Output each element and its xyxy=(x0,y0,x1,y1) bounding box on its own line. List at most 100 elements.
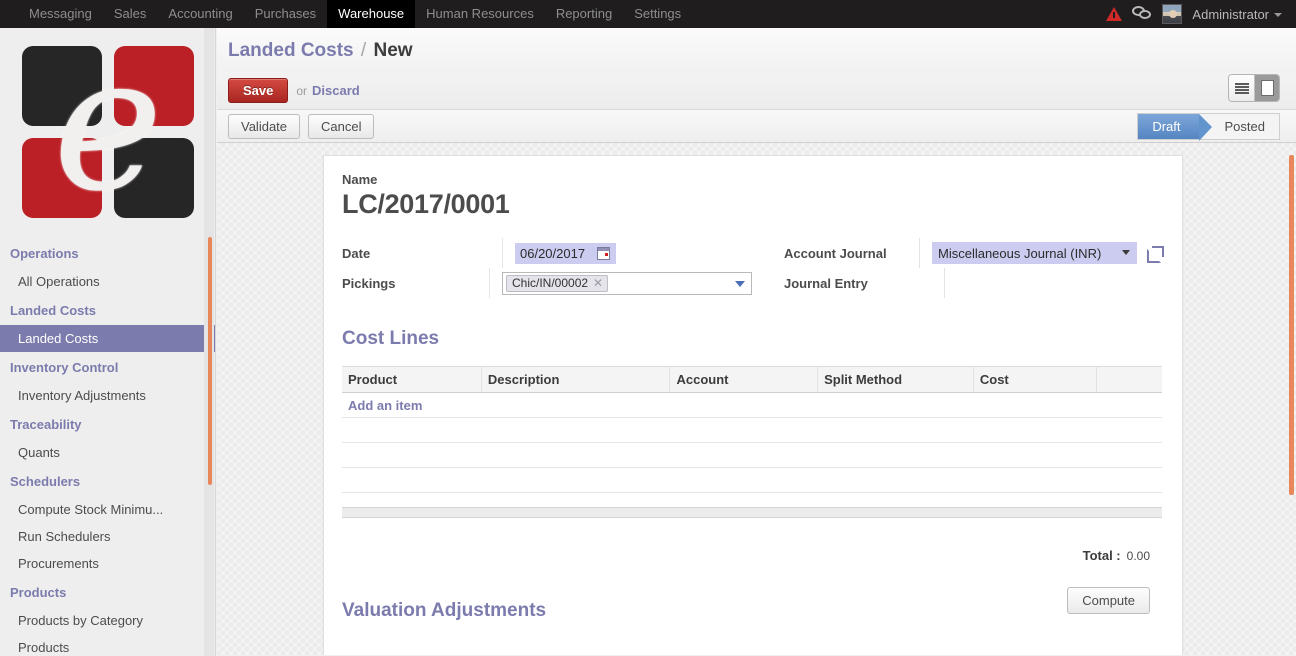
menu-item-reporting[interactable]: Reporting xyxy=(545,0,623,28)
or-label: or xyxy=(296,83,308,98)
form-column-right: Account Journal Miscellaneous Journal (I… xyxy=(752,238,1162,298)
sidebar-item-all-operations[interactable]: All Operations xyxy=(0,268,215,295)
sidebar-item-compute-stock-minimu[interactable]: Compute Stock Minimu... xyxy=(0,496,215,523)
menu-item-purchases[interactable]: Purchases xyxy=(244,0,327,28)
sidebar-item-products[interactable]: Products xyxy=(0,634,215,656)
menu-item-accounting[interactable]: Accounting xyxy=(157,0,243,28)
name-label: Name xyxy=(342,172,378,187)
form-view-glyph xyxy=(1261,81,1273,95)
menu-item-settings[interactable]: Settings xyxy=(623,0,692,28)
sidebar-section-operations: Operations xyxy=(10,246,79,261)
account-journal-selected-value: Miscellaneous Journal (INR) xyxy=(938,245,1102,261)
main-menu: Messaging Sales Accounting Purchases Warehou… xyxy=(0,0,692,28)
status-state-draft[interactable]: Draft xyxy=(1138,114,1212,141)
menu-item-messaging[interactable]: Messaging xyxy=(18,0,103,28)
sidebar-item-products-by-category[interactable]: Products by Category xyxy=(0,607,215,634)
pickings-input[interactable]: Chic/IN/00002 ✕ xyxy=(502,271,752,295)
sidebar-nav: Operations All Operations Landed Costs Land… xyxy=(0,236,215,656)
table-header-row: Product Description Account Split Method Cos… xyxy=(342,366,1162,393)
sidebar-item-run-schedulers[interactable]: Run Schedulers xyxy=(0,523,215,550)
date-field-wrapper[interactable] xyxy=(515,242,616,264)
account-journal-label: Account Journal xyxy=(784,245,887,261)
sidebar: e Operations All Operations Landed Costs La… xyxy=(0,28,216,656)
sidebar-section-landed-costs: Landed Costs xyxy=(10,303,96,318)
sidebar-item-inventory-adjustments[interactable]: Inventory Adjustments xyxy=(0,382,215,409)
logo-container: e xyxy=(0,28,215,236)
compute-button[interactable]: Compute xyxy=(1067,587,1150,614)
avatar[interactable] xyxy=(1162,4,1183,24)
chevron-down-icon xyxy=(1122,250,1130,255)
pickings-tag[interactable]: Chic/IN/00002 ✕ xyxy=(506,274,609,292)
breadcrumb: Landed Costs / New xyxy=(228,40,1296,62)
sidebar-item-quants[interactable]: Quants xyxy=(0,439,215,466)
warning-triangle-icon[interactable] xyxy=(1106,7,1123,21)
field-row-account-journal: Account Journal Miscellaneous Journal (I… xyxy=(784,238,1162,268)
breadcrumb-separator: / xyxy=(360,40,367,61)
cost-lines-footer-bar[interactable] xyxy=(342,507,1162,518)
add-item-row[interactable]: Add an item xyxy=(342,392,1162,418)
journal-entry-value xyxy=(944,268,1162,298)
account-journal-select[interactable]: Miscellaneous Journal (INR) xyxy=(932,242,1137,264)
valuation-adjustments-title: Valuation Adjustments xyxy=(342,600,547,621)
column-header-actions xyxy=(1096,366,1162,393)
total-value: 0.00 xyxy=(1126,549,1150,563)
external-link-icon[interactable] xyxy=(1147,246,1162,263)
close-icon[interactable]: ✕ xyxy=(593,277,603,289)
cancel-button[interactable]: Cancel xyxy=(308,113,375,139)
topbar-right-group: Administrator xyxy=(1106,0,1296,28)
chat-bubble-icon[interactable] xyxy=(1132,6,1152,22)
chat-bubble-front xyxy=(1139,10,1152,19)
main-content: Landed Costs / New Save or Discard Valid… xyxy=(217,28,1296,656)
sidebar-item-procurements[interactable]: Procurements xyxy=(0,550,215,577)
table-row xyxy=(342,417,1162,443)
cost-lines-title: Cost Lines xyxy=(342,328,440,349)
logo-letter-e: e xyxy=(52,28,164,232)
menu-item-warehouse[interactable]: Warehouse xyxy=(327,0,416,28)
status-badge: Draft Posted xyxy=(1137,113,1280,141)
validate-button[interactable]: Validate xyxy=(228,113,301,139)
breadcrumb-parent[interactable]: Landed Costs xyxy=(228,40,354,61)
page-title: LC/2017/0001 xyxy=(342,189,510,219)
empty-cell xyxy=(342,467,1162,493)
column-header-cost: Cost xyxy=(973,366,1097,393)
add-item-cell: Add an item xyxy=(342,392,1162,418)
chevron-down-icon xyxy=(1274,13,1282,18)
calendar-icon[interactable] xyxy=(597,246,610,260)
journal-entry-label: Journal Entry xyxy=(784,275,868,291)
field-row-pickings: Pickings Chic/IN/00002 ✕ xyxy=(342,268,752,298)
sheet-area: Name LC/2017/0001 Date Picki xyxy=(217,143,1296,655)
company-logo[interactable]: e xyxy=(22,28,194,232)
user-menu[interactable]: Administrator xyxy=(1192,7,1282,22)
breadcrumb-bar: Landed Costs / New xyxy=(217,28,1296,72)
account-journal-value-cell: Miscellaneous Journal (INR) xyxy=(919,238,1162,268)
chevron-down-icon[interactable] xyxy=(735,280,745,287)
cost-lines-header: Product Description Account Split Method Cos… xyxy=(342,366,1162,393)
top-menu-bar: Messaging Sales Accounting Purchases Warehou… xyxy=(0,0,1296,28)
sidebar-item-landed-costs[interactable]: Landed Costs xyxy=(0,325,215,352)
total-row: Total : 0.00 xyxy=(342,548,1162,563)
sidebar-section-schedulers: Schedulers xyxy=(10,474,81,489)
column-header-account: Account xyxy=(669,366,819,393)
sidebar-scrollbar[interactable] xyxy=(204,28,214,656)
pickings-value-cell: Chic/IN/00002 ✕ xyxy=(489,268,752,298)
column-header-split-method: Split Method xyxy=(817,366,974,393)
menu-item-sales[interactable]: Sales xyxy=(103,0,158,28)
form-column-left: Date Pickings xyxy=(342,238,752,298)
discard-button[interactable]: Discard xyxy=(312,83,360,98)
column-header-description: Description xyxy=(481,366,671,393)
add-an-item-button[interactable]: Add an item xyxy=(348,398,422,413)
form-sheet: Name LC/2017/0001 Date Picki xyxy=(323,155,1183,655)
date-label: Date xyxy=(342,245,371,261)
save-button[interactable]: Save xyxy=(228,78,289,103)
list-view-icon[interactable] xyxy=(1229,75,1254,101)
form-view-icon[interactable] xyxy=(1254,75,1279,101)
menu-item-human-resources[interactable]: Human Resources xyxy=(415,0,545,28)
date-input[interactable] xyxy=(515,242,591,264)
table-row xyxy=(342,467,1162,493)
pickings-label: Pickings xyxy=(342,275,396,291)
sidebar-scrollbar-thumb[interactable] xyxy=(208,237,212,485)
main-scrollbar-thumb[interactable] xyxy=(1289,155,1294,495)
pickings-tag-label: Chic/IN/00002 xyxy=(512,276,589,290)
user-menu-label: Administrator xyxy=(1192,6,1269,22)
sidebar-section-traceability: Traceability xyxy=(10,417,82,432)
